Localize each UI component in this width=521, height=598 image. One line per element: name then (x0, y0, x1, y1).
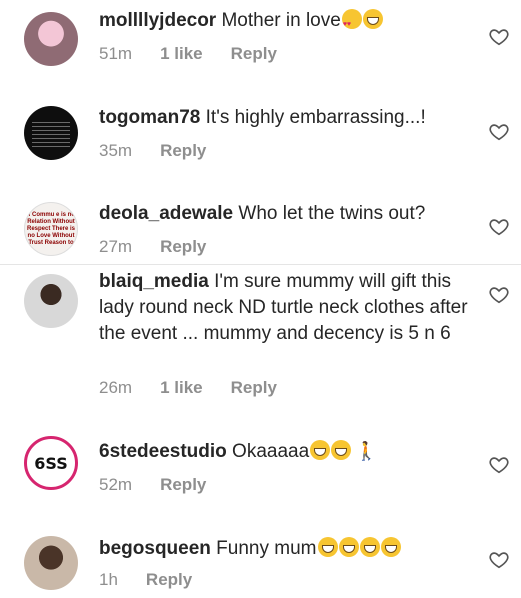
grinning-emoji (338, 537, 359, 557)
reply-button[interactable]: Reply (146, 570, 192, 590)
comment-text: begosqueen Funny mum (99, 536, 469, 561)
grinning-emoji (359, 537, 380, 557)
comment-text: 6stedeestudio Okaaaaa 🚶 (99, 439, 469, 464)
comment-time: 51m (99, 44, 133, 63)
reply-button[interactable]: Reply (231, 378, 277, 398)
reply-button[interactable]: Reply (160, 141, 206, 161)
comment-time: 26m (99, 378, 133, 397)
walking-person-emoji: 🚶 (355, 441, 378, 461)
comment-meta: 1h Reply (99, 570, 192, 590)
reply-button[interactable]: Reply (160, 237, 206, 257)
comment-time: 27m (99, 237, 133, 256)
reply-button[interactable]: Reply (160, 475, 206, 495)
comment-username[interactable]: 6stedeestudio (99, 441, 227, 462)
comment-meta: 27m Reply (99, 237, 206, 257)
comment-meta: 26m 1 like Reply (99, 378, 277, 398)
comment-time: 52m (99, 475, 133, 494)
laughing-emoji (310, 440, 331, 460)
comment-text: togoman78 It's highly embarrassing...! (99, 105, 469, 130)
comment-body: Funny mum (210, 538, 317, 559)
comment-meta: 52m Reply (99, 475, 206, 495)
avatar-image (32, 119, 70, 147)
comment-body: Who let the twins out? (233, 203, 426, 224)
heart-outline-icon[interactable] (488, 216, 510, 238)
heart-outline-icon[interactable] (488, 26, 510, 48)
avatar-logo: 6SS (34, 453, 68, 473)
reply-button[interactable]: Reply (231, 44, 277, 64)
laughing-emoji (331, 440, 352, 460)
comment-username[interactable]: togoman78 (99, 107, 200, 128)
comment-text: mollllyjdecor Mother in love (99, 8, 469, 37)
heart-eyes-emoji (341, 9, 362, 37)
comment-time: 1h (99, 570, 118, 589)
comment-body: It's highly embarrassing...! (200, 107, 426, 128)
avatar-text: ll Commu e is no Relation Without Respec… (26, 211, 76, 246)
divider (0, 264, 521, 265)
heart-outline-icon[interactable] (488, 549, 510, 571)
comment-text: blaiq_media I'm sure mummy will gift thi… (99, 269, 469, 347)
avatar[interactable]: ll Commu e is no Relation Without Respec… (24, 202, 78, 256)
comment-text: deola_adewale Who let the twins out? (99, 201, 469, 226)
comment-username[interactable]: mollllyjdecor (99, 10, 216, 31)
grinning-emoji (380, 537, 401, 557)
comment-meta: 35m Reply (99, 141, 206, 161)
avatar[interactable] (24, 106, 78, 160)
comment-time: 35m (99, 141, 133, 160)
avatar[interactable] (24, 12, 78, 66)
comment-username[interactable]: blaiq_media (99, 271, 209, 292)
comment-username[interactable]: deola_adewale (99, 203, 233, 224)
heart-outline-icon[interactable] (488, 454, 510, 476)
grinning-emoji (317, 537, 338, 557)
avatar[interactable] (24, 274, 78, 328)
comment-username[interactable]: begosqueen (99, 538, 211, 559)
avatar[interactable]: 6SS (24, 436, 78, 490)
comment-meta: 51m 1 like Reply (99, 44, 277, 64)
heart-outline-icon[interactable] (488, 121, 510, 143)
avatar[interactable] (24, 536, 78, 590)
comment-likes[interactable]: 1 like (160, 378, 203, 398)
comment-body: Okaaaaa (226, 441, 310, 462)
comment-likes[interactable]: 1 like (160, 44, 203, 64)
heart-outline-icon[interactable] (488, 284, 510, 306)
comment-body: Mother in love (216, 10, 341, 31)
laughing-emoji (362, 9, 383, 29)
